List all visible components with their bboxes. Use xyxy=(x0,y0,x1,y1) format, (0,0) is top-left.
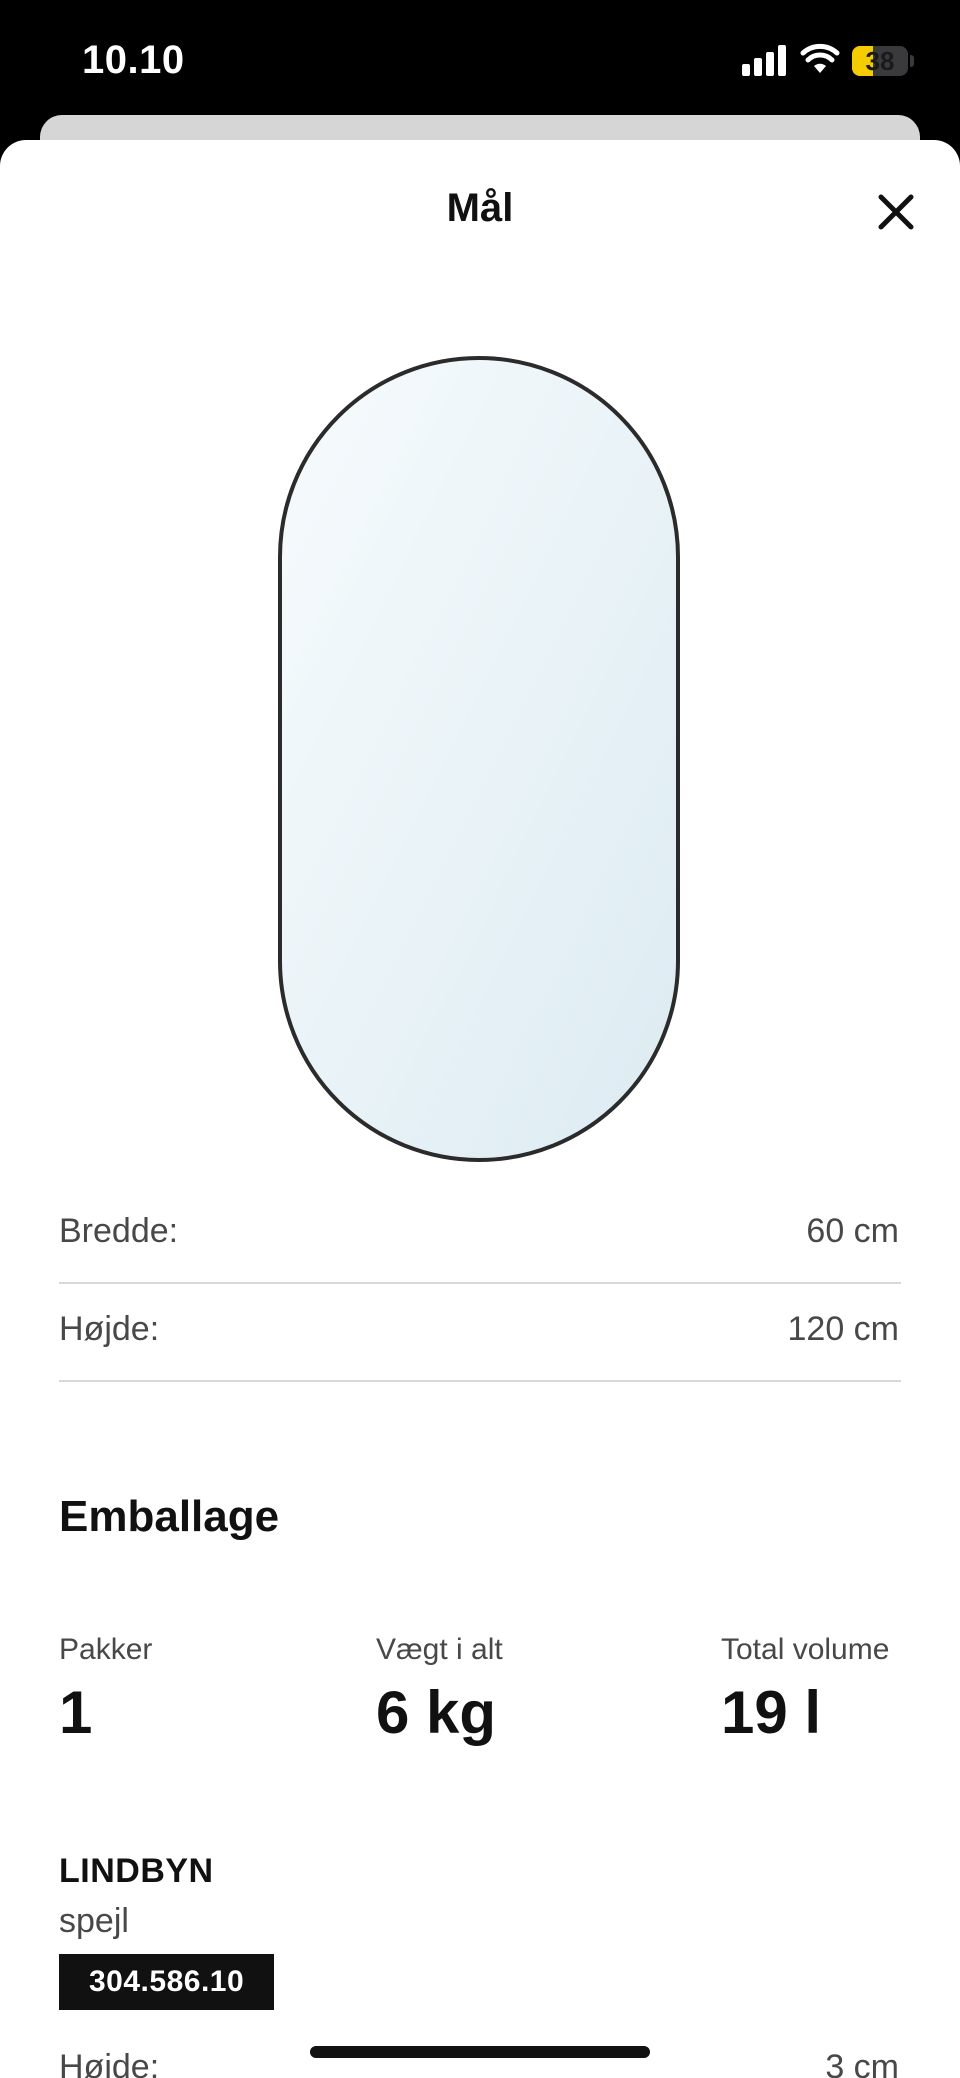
sheet-title: Mål xyxy=(446,186,514,230)
oval-mirror-illustration xyxy=(278,356,680,1162)
dimension-label: Højde: xyxy=(59,1310,160,1348)
cellular-signal-icon xyxy=(742,44,788,76)
battery-nub xyxy=(910,55,914,67)
battery-percentage: 38 xyxy=(865,46,895,76)
stat-value: 19 l xyxy=(721,1679,822,1746)
packaging-heading: Emballage xyxy=(59,1492,280,1541)
status-bar: 10.10 38 xyxy=(0,0,960,120)
product-name: LINDBYN xyxy=(59,1852,214,1890)
stat-value: 6 kg xyxy=(376,1679,497,1746)
stat-label: Pakker xyxy=(59,1633,153,1666)
dimension-label: Bredde: xyxy=(59,1212,179,1250)
battery-icon: 38 xyxy=(852,46,908,76)
article-number-badge: 304.586.10 xyxy=(59,1954,275,2010)
status-time: 10.10 xyxy=(82,38,185,82)
stat-total-weight: Vægt i alt 6 kg xyxy=(376,1630,503,1748)
wifi-icon xyxy=(800,43,840,73)
dimensions-sheet: Mål Bredde: 60 cm Højde: 120 cm Emballag… xyxy=(0,140,960,2078)
dimension-value: 3 cm xyxy=(825,2048,899,2078)
dimension-value: 120 cm xyxy=(787,1310,900,1348)
stat-label: Vægt i alt xyxy=(376,1633,503,1666)
dimension-value: 60 cm xyxy=(806,1212,899,1250)
home-indicator[interactable] xyxy=(310,2046,650,2058)
dimension-row-height: Højde: 120 cm xyxy=(59,1284,901,1382)
dimension-row-width: Bredde: 60 cm xyxy=(59,1186,901,1284)
dimension-label: Højde: xyxy=(59,2048,160,2078)
stat-value: 1 xyxy=(59,1679,93,1746)
product-type: spejl xyxy=(59,1902,129,1940)
stat-label: Total volume xyxy=(721,1633,890,1666)
stat-packages: Pakker 1 xyxy=(59,1630,152,1748)
close-icon[interactable] xyxy=(872,188,920,236)
stat-total-volume: Total volume 19 l xyxy=(721,1630,889,1748)
